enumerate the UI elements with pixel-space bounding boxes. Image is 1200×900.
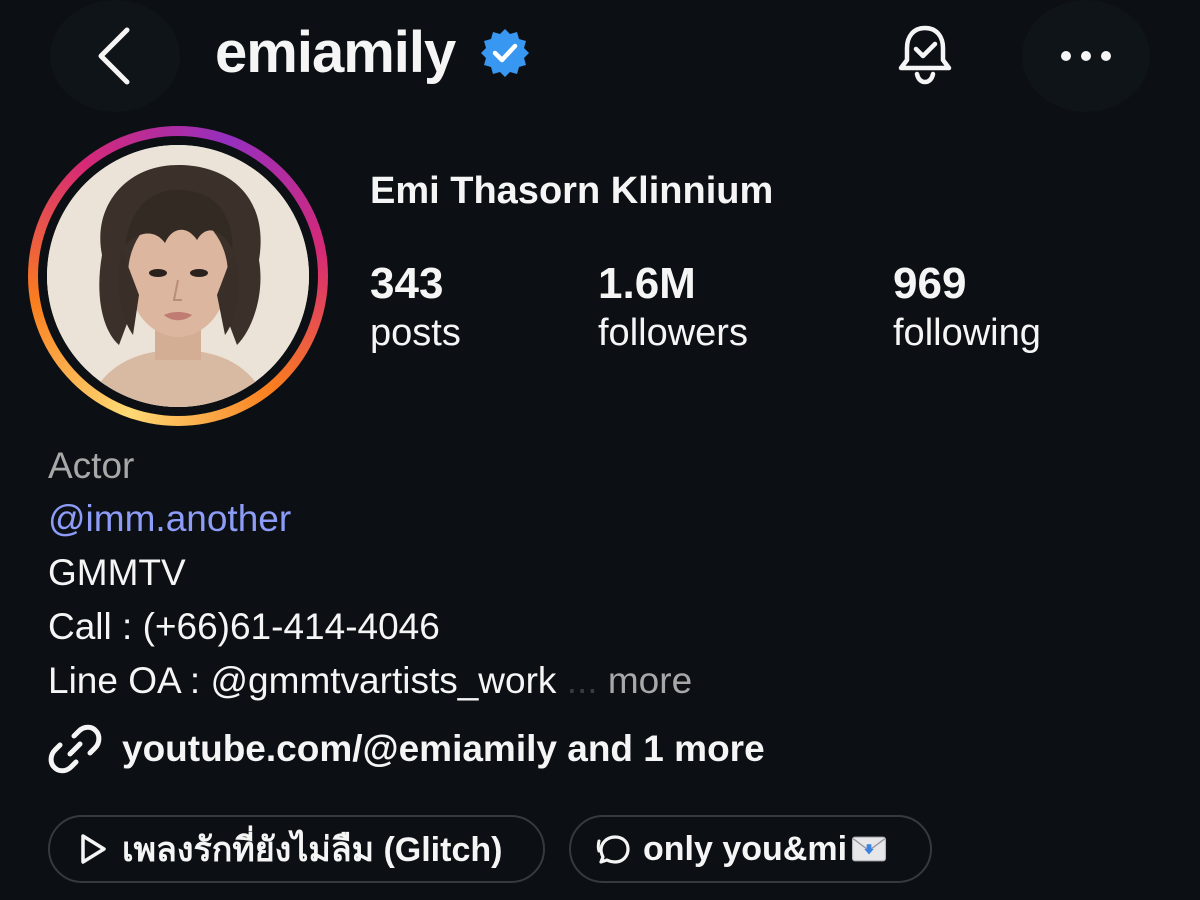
threads-chip[interactable]: only you&mi — [569, 815, 932, 883]
bio-line-text: Line OA : @gmmtvartists_work — [48, 660, 557, 701]
bell-check-icon — [898, 25, 952, 85]
bio-ellipsis: ... — [566, 660, 598, 701]
stat-posts-label: posts — [370, 312, 461, 354]
more-dots-icon — [1061, 51, 1111, 61]
chevron-left-icon — [98, 27, 130, 85]
profile-display-name: Emi Thasorn Klinnium — [370, 170, 774, 212]
threads-chip-label: only you&mi — [643, 829, 848, 868]
stat-following-count: 969 — [893, 259, 967, 308]
stat-followers[interactable]: 1.6M followers — [598, 258, 748, 356]
bio-line: GMMTV — [48, 552, 186, 593]
threads-icon — [596, 835, 630, 864]
incoming-envelope-icon — [852, 836, 887, 862]
profile-avatar[interactable] — [47, 145, 309, 407]
more-options-button[interactable] — [1022, 0, 1150, 112]
stat-posts-count: 343 — [370, 259, 444, 308]
link-icon — [48, 724, 102, 774]
music-chip[interactable]: เพลงรักที่ยังไม่ลืม (Glitch) — [48, 815, 545, 883]
bio-line-truncated: Line OA : @gmmtvartists_work ... more — [48, 659, 692, 703]
profile-username: emiamily — [215, 20, 456, 85]
bio-mention-link[interactable]: @imm.another — [48, 497, 291, 541]
bio-more-button[interactable]: more — [608, 660, 692, 701]
avatar-gap — [38, 136, 318, 416]
bio-line: Call : (+66)61-414-4046 — [48, 606, 440, 647]
stat-followers-count: 1.6M — [598, 259, 696, 308]
back-button[interactable] — [50, 0, 180, 112]
verified-badge-icon — [481, 29, 529, 77]
external-link-text: youtube.com/@emiamily and 1 more — [122, 728, 765, 769]
external-link[interactable]: youtube.com/@emiamily and 1 more — [48, 722, 765, 776]
play-icon — [81, 834, 106, 864]
bio-category: Actor — [48, 445, 135, 486]
profile-page: emiamily Emi Thasorn Klinnium 343 posts … — [0, 0, 1200, 900]
notifications-bell-button[interactable] — [885, 14, 965, 94]
story-ring[interactable] — [28, 126, 328, 426]
stat-followers-label: followers — [598, 312, 748, 354]
stat-posts[interactable]: 343 posts — [370, 258, 461, 356]
music-chip-label: เพลงรักที่ยังไม่ลืม (Glitch) — [122, 831, 503, 869]
stat-following-label: following — [893, 312, 1041, 354]
avatar-portrait-image — [47, 145, 309, 407]
stat-following[interactable]: 969 following — [893, 258, 1041, 356]
